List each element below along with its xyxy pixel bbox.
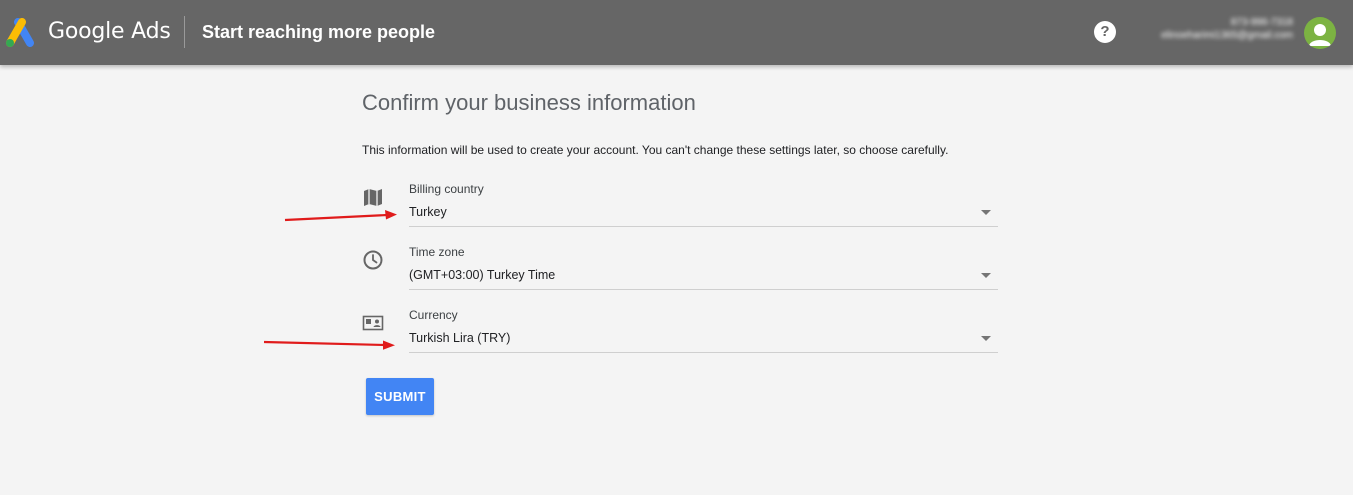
billing-country-field: Billing country Turkey: [362, 178, 998, 234]
currency-value: Turkish Lira (TRY): [409, 331, 511, 345]
currency-field: Currency Turkish Lira (TRY): [362, 304, 998, 360]
time-zone-value: (GMT+03:00) Turkey Time: [409, 268, 556, 282]
person-icon: [1309, 24, 1331, 46]
billing-country-label: Billing country: [409, 182, 484, 196]
header-divider: [184, 16, 185, 48]
top-app-bar: Google Ads Start reaching more people ? …: [0, 0, 1353, 65]
billing-country-select[interactable]: Turkey: [409, 200, 998, 227]
submit-button[interactable]: SUBMIT: [366, 378, 434, 415]
time-zone-select[interactable]: (GMT+03:00) Turkey Time: [409, 263, 998, 290]
account-id: 873-996-7318: [1230, 17, 1293, 28]
page-description: This information will be used to create …: [362, 143, 949, 157]
page-title: Confirm your business information: [362, 90, 696, 115]
currency-label: Currency: [409, 308, 458, 322]
chevron-down-icon: [981, 273, 991, 278]
chevron-down-icon: [981, 210, 991, 215]
chevron-down-icon: [981, 336, 991, 341]
time-zone-field: Time zone (GMT+03:00) Turkey Time: [362, 241, 998, 297]
time-zone-label: Time zone: [409, 245, 465, 259]
annotation-arrow-icon: [263, 340, 395, 350]
account-info[interactable]: 873-996-7318 elinoeharimi1365@gmail.com: [1128, 16, 1293, 42]
google-ads-logo-icon[interactable]: [4, 18, 36, 48]
page-heading: Start reaching more people: [202, 22, 436, 42]
avatar[interactable]: [1304, 17, 1336, 49]
annotation-arrow-icon: [284, 210, 397, 222]
currency-select[interactable]: Turkish Lira (TRY): [409, 326, 998, 353]
help-icon[interactable]: ?: [1094, 21, 1116, 43]
billing-country-value: Turkey: [409, 205, 447, 219]
account-email: elinoeharimi1365@gmail.com: [1161, 30, 1293, 41]
product-name[interactable]: Google Ads: [48, 19, 171, 44]
currency-card-icon: [362, 315, 384, 331]
clock-icon: [363, 250, 383, 270]
map-icon: [364, 189, 382, 206]
